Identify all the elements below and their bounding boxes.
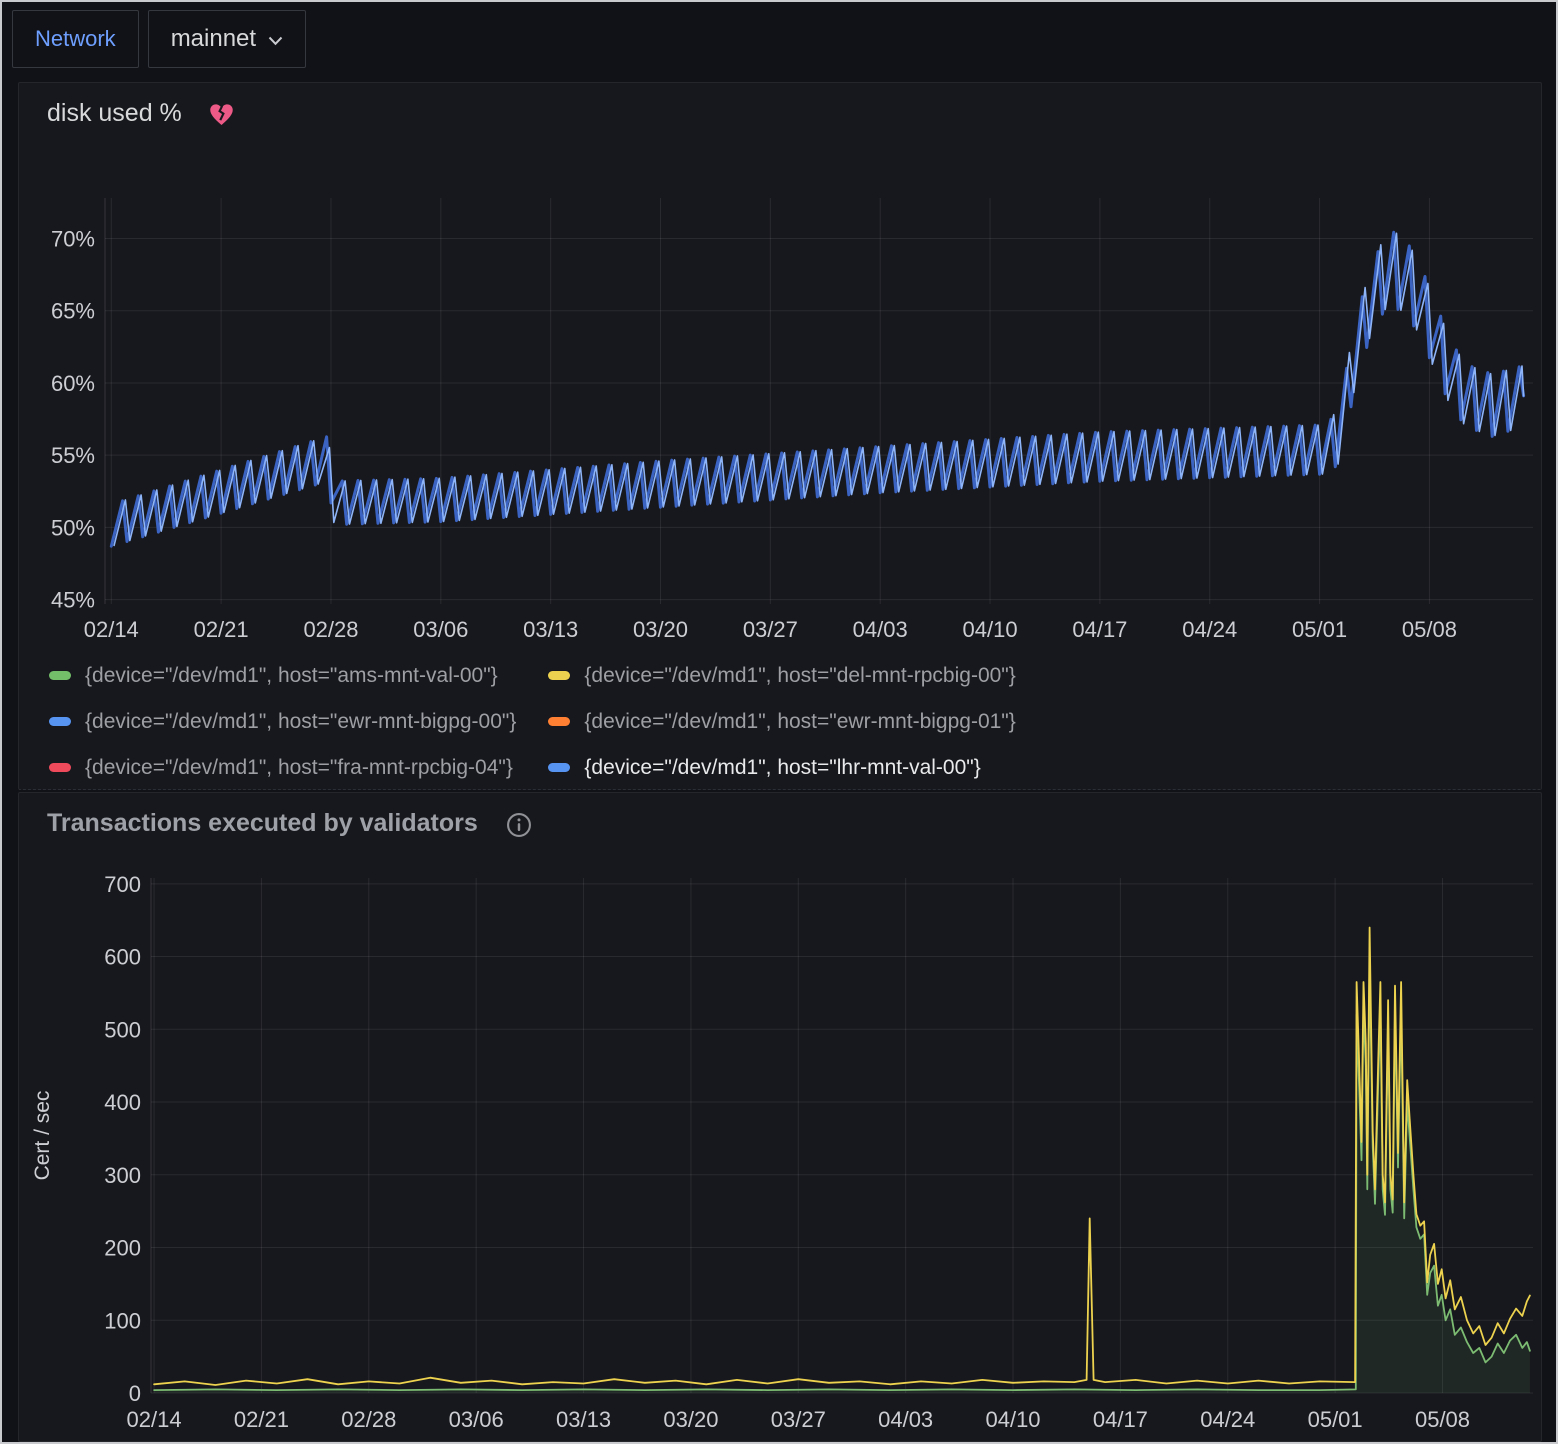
svg-text:04/24: 04/24 [1182, 617, 1237, 642]
legend-item[interactable]: {device="/dev/md1", host="ewr-mnt-bigpg-… [548, 707, 1015, 736]
disk-used-chart[interactable]: 02/14 02/21 02/28 03/06 03/13 03/20 03/27 04/03… [19, 183, 1543, 659]
transactions-panel-header: Transactions executed by validators [19, 793, 1541, 838]
svg-text:60%: 60% [51, 371, 95, 396]
disk-used-panel-header: disk used % [19, 83, 1541, 128]
svg-text:04/17: 04/17 [1093, 1407, 1148, 1432]
svg-text:03/13: 03/13 [523, 617, 578, 642]
legend-item[interactable]: {device="/dev/md1", host="del-mnt-rpcbig… [548, 661, 1015, 690]
svg-text:03/06: 03/06 [413, 617, 468, 642]
svg-text:50%: 50% [51, 515, 95, 540]
legend-swatch [548, 671, 570, 680]
svg-text:04/10: 04/10 [963, 617, 1018, 642]
transactions-panel-title[interactable]: Transactions executed by validators [47, 809, 478, 838]
disk-used-panel: disk used % 02/14 02/21 02/28 03/06 03/13 03/… [18, 82, 1542, 790]
legend-label: {device="/dev/md1", host="lhr-mnt-val-00… [584, 756, 980, 780]
transactions-panel: Transactions executed by validators 02/1… [18, 792, 1542, 1442]
svg-text:05/01: 05/01 [1292, 617, 1347, 642]
svg-text:04/17: 04/17 [1072, 617, 1127, 642]
legend-swatch [49, 763, 71, 772]
legend-swatch [49, 671, 71, 680]
svg-text:70%: 70% [51, 226, 95, 251]
legend: {device="/dev/md1", host="ams-mnt-val-00… [49, 661, 1016, 782]
svg-text:04/03: 04/03 [853, 617, 908, 642]
svg-text:200: 200 [104, 1236, 141, 1261]
svg-text:65%: 65% [51, 299, 95, 324]
svg-text:500: 500 [104, 1017, 141, 1042]
svg-text:02/28: 02/28 [303, 617, 358, 642]
svg-text:05/08: 05/08 [1402, 617, 1457, 642]
svg-text:04/03: 04/03 [878, 1407, 933, 1432]
svg-text:03/20: 03/20 [633, 617, 688, 642]
legend-label: {device="/dev/md1", host="ewr-mnt-bigpg-… [584, 710, 1015, 734]
svg-text:0: 0 [129, 1381, 141, 1406]
legend-swatch [548, 717, 570, 726]
disk-used-panel-title[interactable]: disk used % [47, 99, 182, 128]
svg-text:600: 600 [104, 945, 141, 970]
svg-text:05/01: 05/01 [1308, 1407, 1363, 1432]
legend-label: {device="/dev/md1", host="ams-mnt-val-00… [85, 664, 498, 688]
transactions-chart[interactable]: 02/14 02/21 02/28 03/06 03/13 03/20 03/27 04/03… [19, 843, 1543, 1443]
network-variable-value[interactable]: mainnet [171, 25, 256, 53]
chevron-down-icon [268, 36, 283, 46]
svg-text:04/10: 04/10 [985, 1407, 1040, 1432]
svg-text:300: 300 [104, 1163, 141, 1188]
svg-text:03/27: 03/27 [771, 1407, 826, 1432]
legend-label: {device="/dev/md1", host="ewr-mnt-bigpg-… [85, 710, 516, 734]
svg-text:02/14: 02/14 [127, 1407, 182, 1432]
legend-label: {device="/dev/md1", host="del-mnt-rpcbig… [584, 664, 1015, 688]
legend-item[interactable]: {device="/dev/md1", host="ams-mnt-val-00… [49, 661, 516, 690]
svg-text:05/08: 05/08 [1415, 1407, 1470, 1432]
svg-text:Cert / sec: Cert / sec [31, 1091, 54, 1181]
svg-text:700: 700 [104, 872, 141, 897]
dashboard-frame: Network mainnet disk used % 02/1402/2102… [0, 0, 1558, 1444]
svg-text:45%: 45% [51, 588, 95, 613]
legend-item[interactable]: {device="/dev/md1", host="ewr-mnt-bigpg-… [49, 707, 516, 736]
svg-text:02/14: 02/14 [84, 617, 139, 642]
svg-text:02/21: 02/21 [234, 1407, 289, 1432]
legend-label: {device="/dev/md1", host="fra-mnt-rpcbig… [85, 756, 513, 780]
svg-text:02/21: 02/21 [194, 617, 249, 642]
svg-text:03/27: 03/27 [743, 617, 798, 642]
legend-swatch [548, 763, 570, 772]
network-variable-label[interactable]: Network [35, 26, 116, 52]
svg-text:55%: 55% [51, 443, 95, 468]
legend-item[interactable]: {device="/dev/md1", host="fra-mnt-rpcbig… [49, 753, 516, 782]
svg-text:02/28: 02/28 [341, 1407, 396, 1432]
network-variable-dropdown[interactable]: mainnet [148, 10, 306, 68]
svg-text:03/20: 03/20 [663, 1407, 718, 1432]
svg-text:100: 100 [104, 1308, 141, 1333]
svg-text:04/24: 04/24 [1200, 1407, 1255, 1432]
info-icon[interactable] [506, 812, 532, 838]
svg-text:03/13: 03/13 [556, 1407, 611, 1432]
network-variable-label-box[interactable]: Network [12, 10, 139, 68]
legend-item[interactable]: {device="/dev/md1", host="lhr-mnt-val-00… [548, 753, 1015, 782]
svg-text:03/06: 03/06 [449, 1407, 504, 1432]
variable-toolbar: Network mainnet [12, 10, 306, 68]
legend-swatch [49, 717, 71, 726]
svg-text:400: 400 [104, 1090, 141, 1115]
broken-heart-icon [208, 101, 235, 128]
